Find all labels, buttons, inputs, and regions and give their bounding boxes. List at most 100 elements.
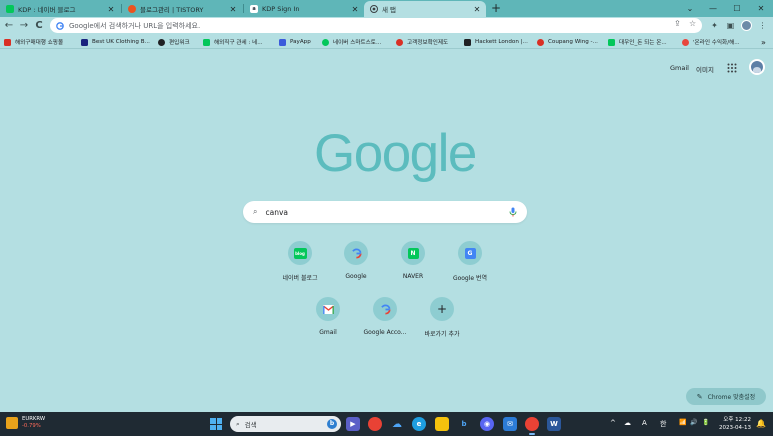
- gmail-link[interactable]: Gmail: [670, 64, 689, 72]
- shortcut-naver[interactable]: N NAVER: [383, 241, 443, 280]
- volume-icon[interactable]: 🔊: [690, 419, 697, 426]
- tab-new-tab[interactable]: 새 탭 ✕: [364, 1, 486, 17]
- stock-ticker-icon: [6, 417, 18, 429]
- account-avatar[interactable]: [749, 59, 765, 75]
- bookmark-label: 대우인_돈 되는 온...: [619, 40, 667, 46]
- bookmark-item[interactable]: PayApp: [279, 37, 311, 47]
- forward-button[interactable]: →: [17, 19, 31, 33]
- bookmark-item[interactable]: 해외직구 관세 : 네...: [203, 37, 263, 47]
- bing-icon[interactable]: b: [327, 419, 337, 429]
- shortcut-label: NAVER: [402, 273, 424, 280]
- ime-korean-icon[interactable]: 한: [660, 419, 666, 429]
- shortcut-gmail[interactable]: Gmail: [298, 297, 358, 336]
- shortcut-circle: +: [430, 297, 454, 321]
- tab-naver-blog[interactable]: KDP : 네이버 블로그 ✕: [0, 1, 120, 17]
- edge-icon[interactable]: e: [412, 417, 426, 431]
- bookmark-label: '온라인 수익화/해...: [693, 40, 740, 46]
- bookmark-favicon-icon: [464, 38, 471, 46]
- bookmark-item[interactable]: 편입워크: [158, 37, 190, 47]
- tab-title: 블로그관리 | TISTORY: [140, 6, 204, 14]
- bookmark-label: Coupang Wing -...: [548, 39, 598, 45]
- side-panel-icon[interactable]: ▣: [724, 19, 737, 32]
- teams-icon[interactable]: ▶: [346, 417, 360, 431]
- window-close-button[interactable]: ✕: [748, 0, 773, 17]
- bookmark-star-icon[interactable]: ☆: [689, 19, 696, 28]
- close-icon[interactable]: ✕: [472, 5, 482, 14]
- minimize-button[interactable]: —: [700, 0, 726, 17]
- battery-icon[interactable]: 🔋: [702, 419, 709, 426]
- bookmark-favicon-icon: [682, 38, 689, 46]
- bing-icon[interactable]: b: [457, 417, 471, 431]
- address-bar[interactable]: Google에서 검색하거나 URL을 입력하세요.: [50, 18, 702, 33]
- close-icon[interactable]: ✕: [350, 5, 360, 14]
- windows-start-icon[interactable]: [210, 418, 222, 430]
- wifi-icon[interactable]: 📶: [679, 419, 686, 426]
- onedrive-tray-icon[interactable]: ☁: [624, 419, 631, 427]
- microphone-icon[interactable]: [509, 207, 517, 217]
- widgets-button[interactable]: EURKRW -0.79%: [6, 416, 45, 430]
- tab-tistory[interactable]: 블로그관리 | TISTORY ✕: [122, 1, 242, 17]
- system-clock[interactable]: 오후 12:22 2023-04-13: [717, 416, 751, 432]
- profile-avatar-small[interactable]: [741, 20, 752, 31]
- google-apps-icon[interactable]: [727, 63, 737, 73]
- bookmark-favicon-icon: [279, 38, 286, 46]
- bookmark-item[interactable]: 고객정보확인제도: [396, 37, 448, 47]
- add-shortcut-button[interactable]: + 바로가기 추가: [412, 297, 472, 338]
- shortcut-label: Gmail: [319, 329, 337, 336]
- windows-taskbar: EURKRW -0.79% ⌕ 검색 b ▶ ☁ e b ◉ ✉ W ^ ☁ A…: [0, 412, 773, 436]
- bookmark-item[interactable]: 네이버 스마트스토...: [322, 37, 381, 47]
- customize-chrome-button[interactable]: ✎ Chrome 맞춤설정: [686, 388, 766, 405]
- bookmark-label: 고객정보확인제도: [407, 40, 449, 46]
- back-button[interactable]: ←: [2, 19, 16, 33]
- notification-icon[interactable]: 🔔: [756, 419, 766, 428]
- ticker-title: EURKRW: [22, 416, 46, 422]
- maximize-button[interactable]: ☐: [724, 0, 750, 17]
- bookmark-favicon-icon: [81, 38, 88, 46]
- taskbar-search-box[interactable]: ⌕ 검색 b: [230, 416, 341, 432]
- gmail-icon: [322, 304, 334, 314]
- chrome-icon[interactable]: [368, 417, 382, 431]
- input-indicator-icon[interactable]: A: [642, 419, 647, 427]
- bookmarks-overflow-button[interactable]: »: [761, 37, 766, 47]
- share-icon[interactable]: ⇪: [674, 19, 681, 28]
- discord-icon[interactable]: ◉: [480, 417, 494, 431]
- shortcut-google-account[interactable]: Google Acco...: [355, 297, 415, 336]
- extensions-icon[interactable]: ✦: [708, 19, 721, 32]
- reload-button[interactable]: C: [32, 19, 46, 33]
- shortcut-naver-blog[interactable]: blog 네이버 블로그: [270, 241, 330, 282]
- messenger-icon[interactable]: ✉: [503, 417, 517, 431]
- address-bar-placeholder: Google에서 검색하거나 URL을 입력하세요.: [69, 21, 201, 30]
- tab-kdp-sign-in[interactable]: a KDP Sign In ✕: [244, 1, 364, 17]
- bookmark-item[interactable]: Best UK Clothing B...: [81, 37, 150, 47]
- bookmark-favicon-icon: [537, 38, 544, 46]
- file-explorer-icon[interactable]: [435, 417, 449, 431]
- bookmark-item[interactable]: 해외구매대행 쇼핑몰: [4, 37, 63, 47]
- shortcut-google[interactable]: Google: [326, 241, 386, 280]
- images-link[interactable]: 이미지: [696, 64, 714, 74]
- chrome-menu-icon[interactable]: ⋮: [756, 19, 769, 32]
- shortcut-label: Google 번역: [452, 275, 488, 282]
- tab-strip: KDP : 네이버 블로그 ✕ 블로그관리 | TISTORY ✕ a KDP …: [0, 0, 773, 17]
- plus-icon: +: [436, 302, 448, 316]
- shortcut-circle: [373, 297, 397, 321]
- search-box[interactable]: ⌕ canva: [243, 201, 527, 223]
- search-input[interactable]: canva: [265, 208, 509, 217]
- shortcut-google-translate[interactable]: G Google 번역: [440, 241, 500, 282]
- onedrive-icon[interactable]: ☁: [390, 417, 404, 431]
- shortcut-circle: N: [401, 241, 425, 265]
- bookmark-item[interactable]: '온라인 수익화/해...: [682, 37, 740, 47]
- tab-title: 새 탭: [382, 6, 397, 14]
- new-tab-button[interactable]: +: [489, 1, 503, 15]
- chrome-active-icon[interactable]: [525, 417, 539, 435]
- bookmark-item[interactable]: Coupang Wing -...: [537, 37, 598, 47]
- customize-label: Chrome 맞춤설정: [707, 394, 756, 401]
- close-icon[interactable]: ✕: [228, 5, 238, 14]
- chrome-icon: [370, 5, 378, 13]
- close-icon[interactable]: ✕: [106, 5, 116, 14]
- bookmark-label: 편입워크: [169, 40, 190, 46]
- bookmark-item[interactable]: 대우인_돈 되는 온...: [608, 37, 667, 47]
- word-icon[interactable]: W: [547, 417, 561, 431]
- tray-overflow-icon[interactable]: ^: [610, 419, 616, 427]
- bookmark-item[interactable]: Hackett London |...: [464, 37, 528, 47]
- naver-blog-icon: [6, 5, 14, 13]
